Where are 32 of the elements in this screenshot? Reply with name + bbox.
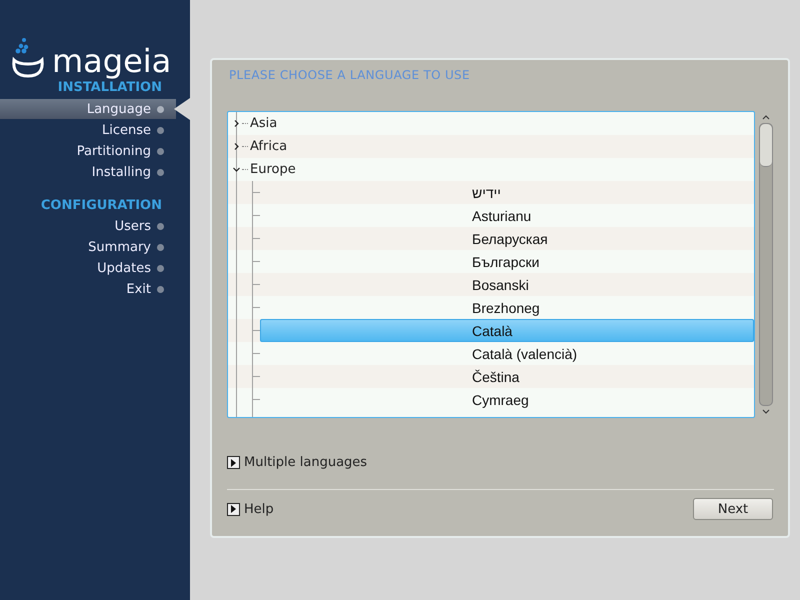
step-item: Updates	[0, 258, 190, 279]
language-item[interactable]: Brezhoneg	[260, 296, 754, 319]
language-item[interactable]: Català (valencià)	[260, 342, 754, 365]
expander-label[interactable]: Multiple languages	[244, 455, 368, 470]
language-item[interactable]: Cymraeg	[260, 388, 754, 411]
page-title: PLEASE CHOOSE A LANGUAGE TO USE	[228, 67, 471, 84]
step-item: Language	[0, 98, 190, 120]
tree-item[interactable]: Africa	[250, 139, 288, 154]
help-label[interactable]: Help	[244, 502, 274, 516]
section-heading: CONFIGURATION	[40, 197, 163, 215]
scrollbar-thumb[interactable]	[760, 124, 772, 167]
step-item: License	[0, 120, 190, 141]
chevron-icon[interactable]	[233, 120, 240, 127]
step-item: Summary	[0, 237, 190, 258]
step-item: Installing	[0, 162, 190, 183]
language-item[interactable]: Български	[260, 250, 754, 273]
logo-wordmark: mageia	[52, 44, 172, 78]
step-item: Users	[0, 216, 190, 237]
scrollbar-track[interactable]	[759, 123, 773, 406]
expander-icon[interactable]	[227, 456, 240, 469]
chevron-icon[interactable]	[233, 143, 240, 150]
section-heading: INSTALLATION	[56, 79, 163, 97]
chevron-icon[interactable]	[233, 166, 240, 173]
step-item: Partitioning	[0, 141, 190, 162]
next-button[interactable]: Next	[693, 498, 773, 520]
tree-item[interactable]: Asia	[250, 116, 278, 131]
language-item[interactable]: Català	[260, 319, 754, 342]
cauldron-logo-icon	[10, 36, 46, 78]
step-item: Exit	[0, 279, 190, 300]
language-item[interactable]: Asturianu	[260, 204, 754, 227]
tree-item[interactable]: Europe	[250, 162, 296, 177]
expander-icon[interactable]	[227, 502, 240, 516]
